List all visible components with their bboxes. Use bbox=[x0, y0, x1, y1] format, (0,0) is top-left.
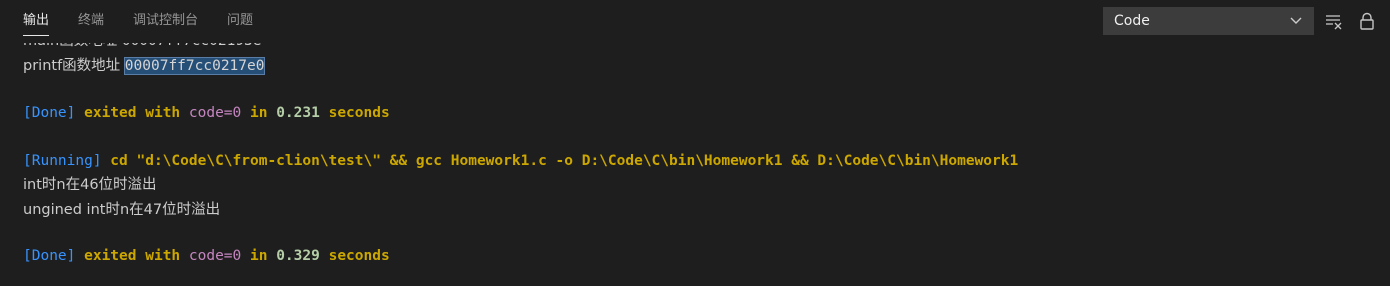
tab-terminal[interactable]: 终端 bbox=[78, 12, 104, 36]
panel-tabs: 输出 终端 调试控制台 问题 bbox=[23, 12, 282, 36]
output-line-running: [Running] cd "d:\Code\C\from-clion\test\… bbox=[23, 149, 1018, 173]
output-line-done-2: [Done] exited with code=0 in 0.329 secon… bbox=[23, 248, 390, 264]
chevron-down-icon bbox=[1290, 17, 1302, 24]
tab-output[interactable]: 输出 bbox=[23, 12, 50, 36]
output-channel-select[interactable]: Code bbox=[1103, 7, 1314, 35]
clear-output-icon[interactable] bbox=[1325, 12, 1343, 30]
panel-header: 输出 终端 调试控制台 问题 Code bbox=[0, 0, 1390, 43]
output-panel: main函数地址 00007ff7cc02193e printf函数地址 000… bbox=[0, 0, 1390, 286]
done-tag: [Done] bbox=[23, 105, 76, 121]
output-line-done-1: [Done] exited with code=0 in 0.231 secon… bbox=[23, 105, 390, 121]
output-line-result-2: ungined int时n在47位时溢出 bbox=[23, 202, 221, 218]
running-command: cd "d:\Code\C\from-clion\test\" && gcc H… bbox=[101, 153, 1019, 169]
output-line-printf-address: printf函数地址 00007ff7cc0217e0 bbox=[23, 57, 266, 75]
output-line-result-1: int时n在46位时溢出 bbox=[23, 177, 157, 193]
running-tag: [Running] bbox=[23, 153, 102, 169]
tab-debug-console[interactable]: 调试控制台 bbox=[133, 12, 198, 36]
tab-problems[interactable]: 问题 bbox=[227, 12, 253, 36]
done-tag: [Done] bbox=[23, 248, 76, 264]
selected-text[interactable]: 00007ff7cc0217e0 bbox=[123, 57, 266, 75]
lock-icon[interactable] bbox=[1358, 12, 1376, 30]
output-channel-value: Code bbox=[1114, 13, 1150, 29]
